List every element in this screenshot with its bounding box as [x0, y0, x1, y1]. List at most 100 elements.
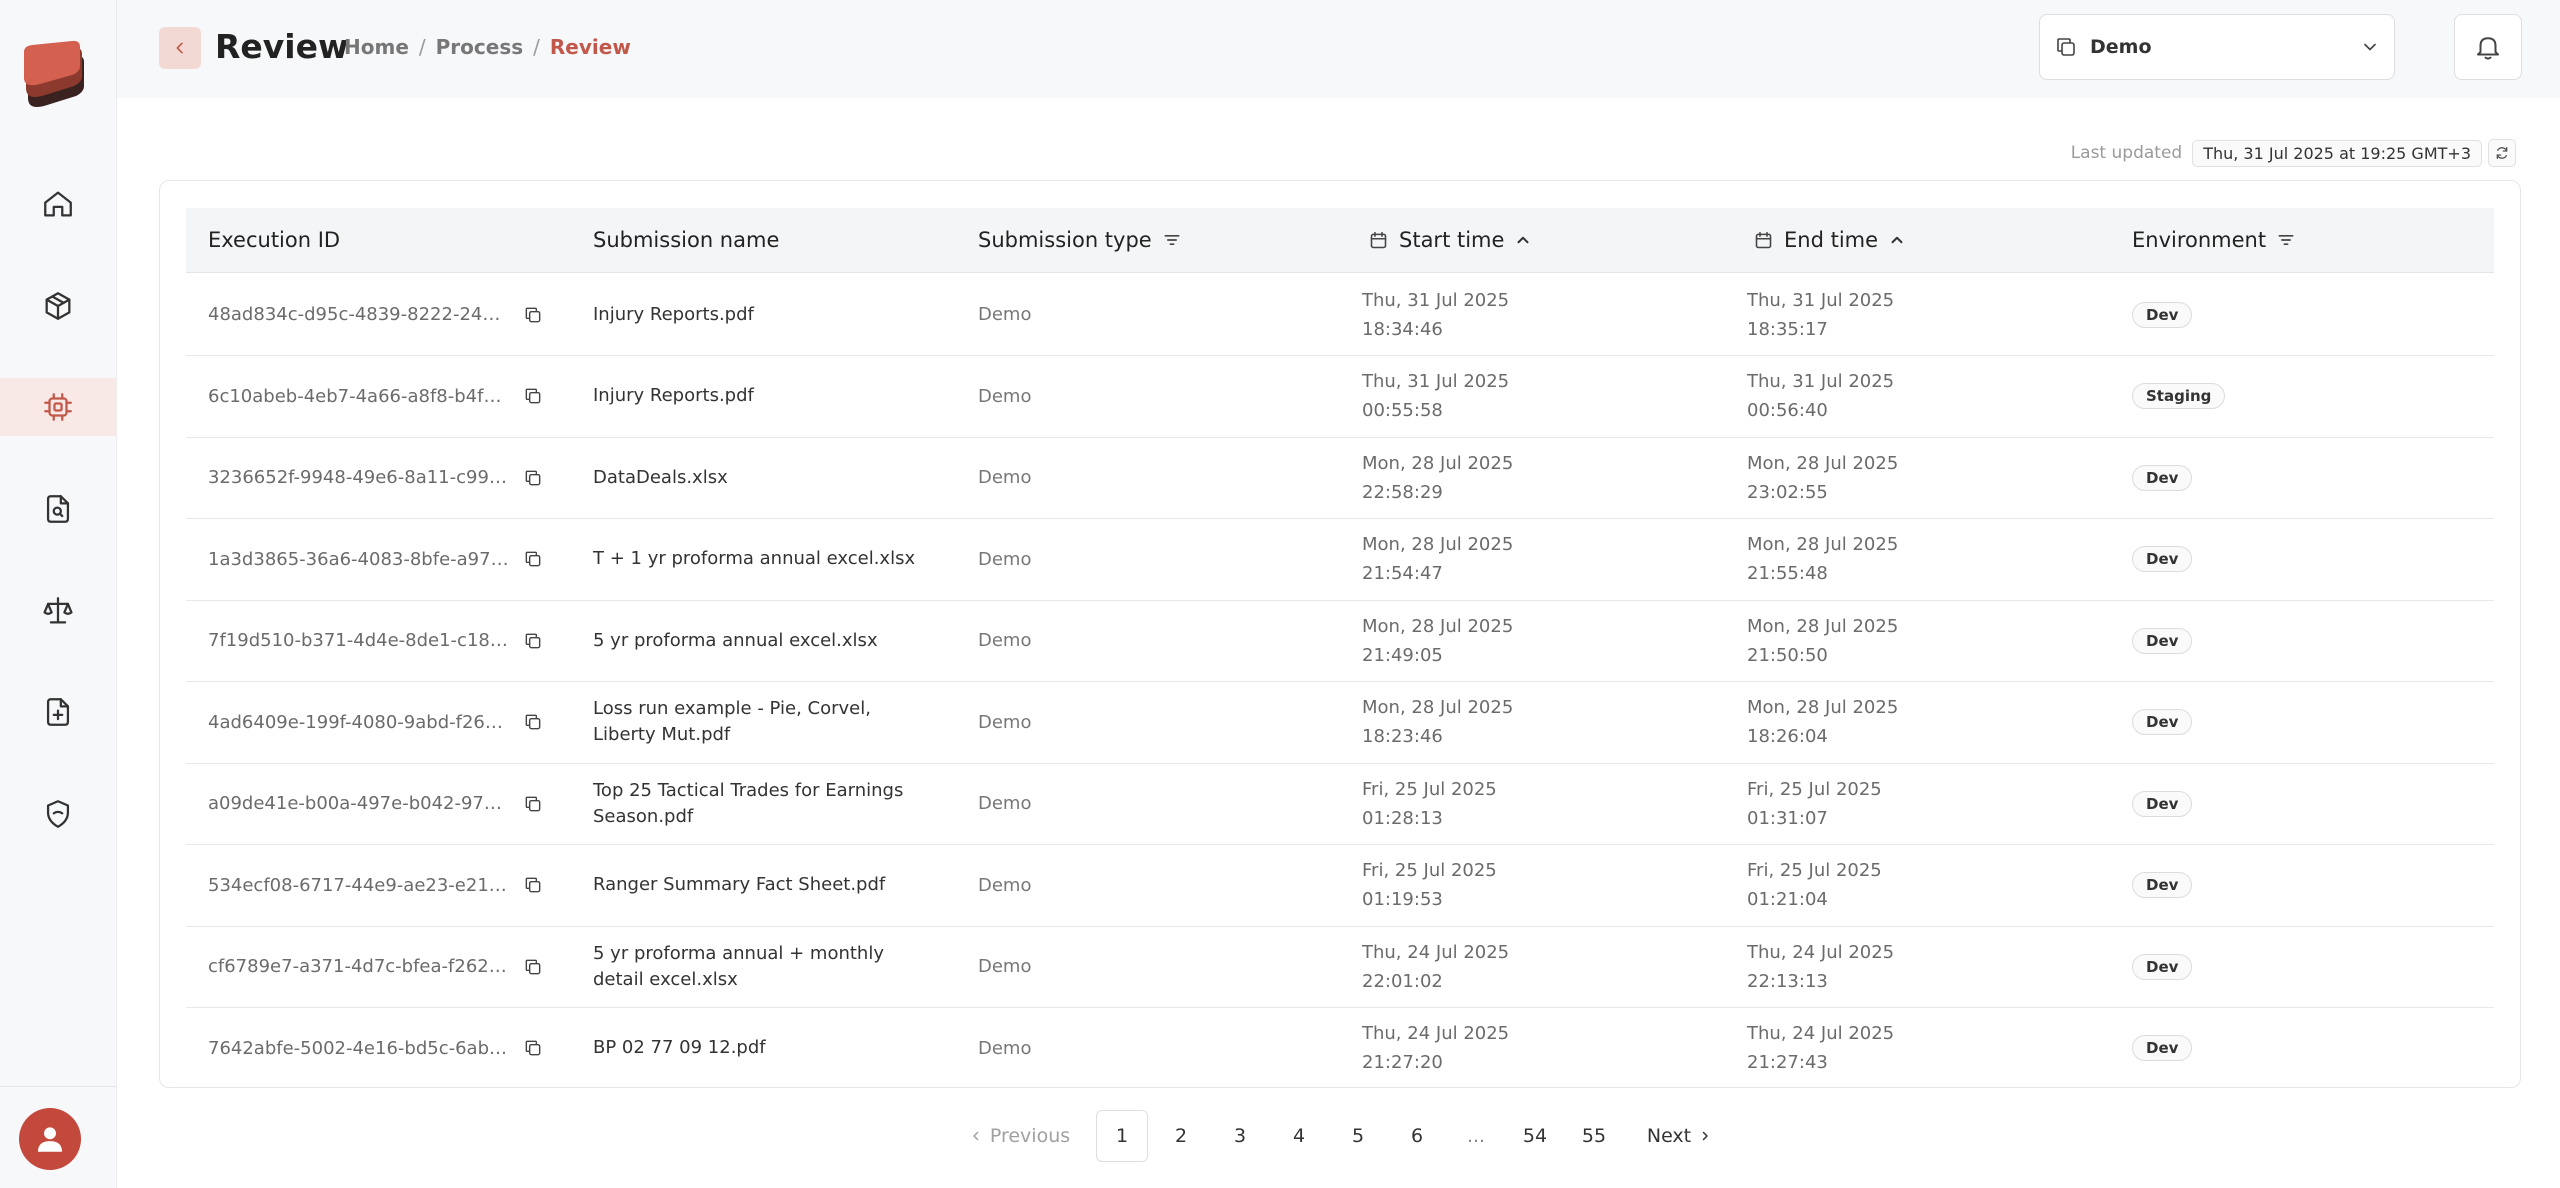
environment-cell: Staging — [2132, 356, 2226, 437]
column-header-submission-name: Submission name — [593, 228, 780, 252]
pagination-page-5[interactable]: 5 — [1332, 1110, 1384, 1162]
copy-execution-id-button[interactable] — [520, 709, 546, 735]
refresh-button[interactable] — [2488, 139, 2516, 167]
submission-name[interactable]: Loss run example - Pie, Corvel, Liberty … — [593, 682, 923, 763]
column-header-submission-type[interactable]: Submission type — [978, 208, 1182, 272]
submission-name[interactable]: 5 yr proforma annual excel.xlsx — [593, 600, 923, 681]
last-updated-timestamp: Thu, 31 Jul 2025 at 19:25 GMT+3 — [2192, 139, 2482, 167]
submission-type: Demo — [978, 956, 1032, 977]
pagination-previous[interactable]: Previous — [966, 1110, 1074, 1162]
execution-id: a09de41e-b00a-497e-b042-97ba... — [208, 793, 510, 814]
table-row[interactable]: 48ad834c-d95c-4839-8222-246... Injury Rep… — [186, 274, 2494, 356]
notifications-button[interactable] — [2454, 14, 2522, 80]
nav-compliance[interactable] — [0, 582, 116, 640]
start-date: Thu, 24 Jul 2025 — [1362, 1023, 1510, 1044]
copy-execution-id-button[interactable] — [520, 1035, 546, 1061]
environment-badge: Staging — [2132, 383, 2226, 409]
submission-name[interactable]: Ranger Summary Fact Sheet.pdf — [593, 845, 923, 926]
table-row[interactable]: 6c10abeb-4eb7-4a66-a8f8-b4f3f... Injury R… — [186, 356, 2494, 438]
submission-name[interactable]: DataDeals.xlsx — [593, 437, 923, 518]
environment-badge: Dev — [2132, 546, 2193, 572]
pagination-ellipsis: ... — [1466, 1125, 1486, 1147]
column-header-end-time[interactable]: End time — [1753, 208, 1906, 272]
back-button[interactable] — [159, 27, 201, 69]
nav-products[interactable] — [0, 277, 116, 335]
environment-cell: Dev — [2132, 845, 2193, 926]
chevron-down-icon — [2364, 43, 2376, 51]
column-header-environment[interactable]: Environment — [2132, 208, 2296, 272]
table-row[interactable]: a09de41e-b00a-497e-b042-97ba... Top 25 Ta… — [186, 763, 2494, 845]
environment-select[interactable]: Demo — [2039, 14, 2395, 80]
table-row[interactable]: 3236652f-9948-49e6-8a11-c997a... DataDeal… — [186, 437, 2494, 519]
environment-badge: Dev — [2132, 953, 2193, 980]
pagination-page-55[interactable]: 55 — [1568, 1110, 1620, 1162]
end-clock-time: 01:21:04 — [1747, 889, 1828, 910]
table-row[interactable]: cf6789e7-a371-4d7c-bfea-f262c25... 5 yr p… — [186, 926, 2494, 1008]
copy-execution-id-button[interactable] — [520, 302, 546, 328]
submission-name[interactable]: Injury Reports.pdf — [593, 356, 923, 437]
nav-security[interactable] — [0, 785, 116, 843]
submission-name[interactable]: Top 25 Tactical Trades for Earnings Seas… — [593, 763, 923, 844]
pagination-page-6[interactable]: 6 — [1391, 1110, 1443, 1162]
copy-icon — [525, 633, 541, 648]
nav-process[interactable] — [0, 378, 116, 436]
chevron-right-icon — [1702, 1131, 1708, 1141]
nav-home[interactable] — [0, 175, 116, 233]
pagination-page-1[interactable]: 1 — [1096, 1110, 1148, 1162]
pagination-page-4[interactable]: 4 — [1273, 1110, 1325, 1162]
pagination: Previous 1 2 3 4 5 6 ... 54 55 Next — [0, 1110, 2560, 1162]
end-date: Mon, 28 Jul 2025 — [1747, 452, 1899, 474]
submission-type: Demo — [978, 793, 1032, 814]
table-row[interactable]: 4ad6409e-199f-4080-9abd-f26b... Loss run … — [186, 682, 2494, 764]
copy-stack-icon — [2057, 38, 2075, 56]
table-row[interactable]: 7f19d510-b371-4d4e-8de1-c18661... 5 yr pr… — [186, 600, 2494, 682]
app-logo[interactable] — [22, 40, 90, 112]
refresh-icon — [2496, 147, 2508, 159]
column-header-start-time[interactable]: Start time — [1368, 208, 1532, 272]
end-time-cell: Thu, 24 Jul 2025 22:13:13 — [1747, 926, 1894, 1007]
start-time-cell: Mon, 28 Jul 2025 21:54:47 — [1362, 519, 1513, 600]
start-time-cell: Mon, 28 Jul 2025 22:58:29 — [1362, 437, 1513, 518]
submission-name[interactable]: Injury Reports.pdf — [593, 274, 923, 355]
breadcrumb-home[interactable]: Home — [344, 33, 409, 61]
execution-id: 3236652f-9948-49e6-8a11-c997a... — [208, 467, 510, 488]
copy-icon — [525, 1040, 541, 1056]
pagination-page-54[interactable]: 54 — [1509, 1110, 1561, 1162]
submission-name[interactable]: BP 02 77 09 12.pdf — [593, 1008, 923, 1089]
sort-ascending-icon[interactable] — [1514, 231, 1532, 249]
pagination-next[interactable]: Next — [1640, 1110, 1718, 1162]
filter-icon[interactable] — [2276, 230, 2296, 250]
pagination-page-2[interactable]: 2 — [1155, 1110, 1207, 1162]
end-date: Mon, 28 Jul 2025 — [1747, 615, 1899, 637]
environment-cell: Dev — [2132, 682, 2193, 763]
copy-execution-id-button[interactable] — [520, 546, 546, 572]
copy-execution-id-button[interactable] — [520, 465, 546, 491]
nav-new-document[interactable] — [0, 683, 116, 741]
sidebar-divider — [0, 1086, 116, 1087]
filter-icon[interactable] — [1162, 230, 1182, 250]
execution-id-cell: cf6789e7-a371-4d7c-bfea-f262c25... — [208, 926, 546, 1007]
environment-cell: Dev — [2132, 763, 2193, 844]
submission-name[interactable]: T + 1 yr proforma annual excel.xlsx — [593, 519, 923, 600]
submission-name[interactable]: 5 yr proforma annual + monthly detail ex… — [593, 926, 923, 1007]
nav-document-search[interactable] — [0, 480, 116, 538]
copy-execution-id-button[interactable] — [520, 872, 546, 898]
table-row[interactable]: 1a3d3865-36a6-4083-8bfe-a972... T + 1 yr … — [186, 519, 2494, 601]
copy-execution-id-button[interactable] — [520, 954, 546, 980]
breadcrumb-process[interactable]: Process — [436, 33, 524, 61]
home-icon — [44, 191, 72, 217]
environment-badge: Dev — [2132, 872, 2193, 898]
end-date: Fri, 25 Jul 2025 — [1747, 778, 1882, 800]
copy-execution-id-button[interactable] — [520, 383, 546, 409]
sort-ascending-icon[interactable] — [1888, 231, 1906, 249]
header: Review Home / Process / Review Demo — [117, 0, 2560, 98]
execution-id: 6c10abeb-4eb7-4a66-a8f8-b4f3f... — [208, 385, 510, 407]
submission-type: Demo — [978, 548, 1032, 570]
environment-cell: Dev — [2132, 1008, 2193, 1089]
pagination-page-3[interactable]: 3 — [1214, 1110, 1266, 1162]
copy-icon — [525, 388, 541, 404]
copy-execution-id-button[interactable] — [520, 791, 546, 817]
table-row[interactable]: 7642abfe-5002-4e16-bd5c-6aba8... BP 02 77… — [186, 1008, 2494, 1089]
table-row[interactable]: 534ecf08-6717-44e9-ae23-e21571... Ranger … — [186, 845, 2494, 927]
copy-execution-id-button[interactable] — [520, 628, 546, 654]
